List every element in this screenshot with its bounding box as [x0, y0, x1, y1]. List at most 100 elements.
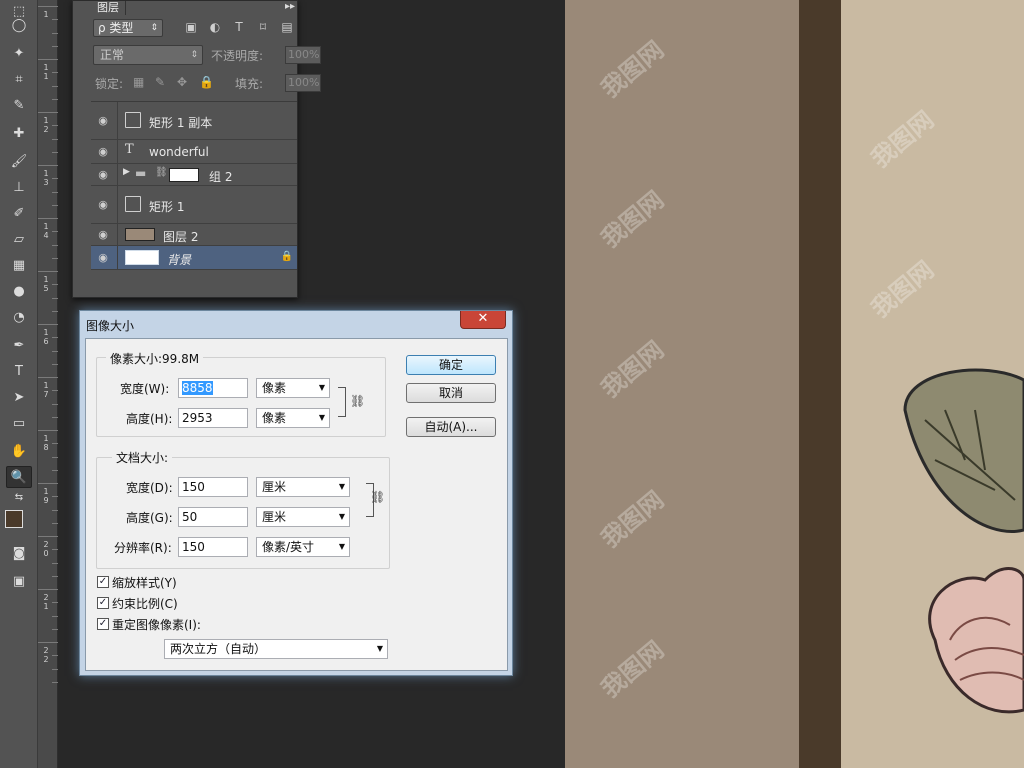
lasso-tool-icon[interactable]: ◯ — [6, 14, 32, 36]
layer-row[interactable]: ◉ T wonderful — [91, 140, 297, 164]
ruler-tick — [38, 6, 58, 7]
ruler-tick — [38, 430, 58, 431]
pixel-filter-icon[interactable]: ▣ — [183, 20, 199, 36]
collapse-panel-icon[interactable]: ▸▸ — [285, 1, 295, 12]
history-brush-tool-icon[interactable]: ✐ — [6, 202, 32, 224]
dropdown-arrow-icon: ▼ — [318, 383, 325, 392]
doc-height-input[interactable]: 50 — [178, 507, 248, 527]
link-chain-icon: ⛓ — [370, 490, 386, 504]
visibility-eye-icon[interactable]: ◉ — [95, 228, 111, 241]
layer-row[interactable]: ◉ 背景 🔒 — [91, 246, 297, 270]
ruler-label: 1 2 — [43, 116, 49, 134]
gradient-tool-icon[interactable]: ▦ — [6, 254, 32, 276]
clone-stamp-tool-icon[interactable]: ⊥ — [6, 176, 32, 198]
layer-row[interactable]: ◉ 图层 2 — [91, 224, 297, 246]
foreground-color-swatch[interactable] — [5, 510, 23, 528]
lock-all-icon[interactable]: 🔒 — [199, 75, 214, 89]
lock-transparency-icon[interactable]: ▦ — [133, 75, 144, 89]
resolution-unit-select[interactable]: 像素/英寸 ▼ — [256, 537, 350, 557]
ruler-label: 2 0 — [43, 540, 49, 558]
visibility-eye-icon[interactable]: ◉ — [95, 145, 111, 158]
smart-object-filter-icon[interactable]: ▤ — [279, 20, 295, 36]
swap-colors-icon[interactable]: ⇆ — [6, 490, 32, 504]
resample-method-select[interactable]: 两次立方（自动） ▼ — [164, 639, 388, 659]
ruler-label: 1 8 — [43, 434, 49, 452]
eyedropper-tool-icon[interactable]: ✎ — [6, 94, 32, 116]
ruler-minor-tick — [52, 85, 58, 87]
zoom-tool-icon[interactable]: 🔍 — [6, 466, 32, 488]
ruler-minor-tick — [52, 191, 58, 193]
type-tool-icon[interactable]: T — [6, 360, 32, 382]
filter-kind-select[interactable]: ρ 类型 ⇕ — [93, 19, 163, 37]
layer-row[interactable]: ◉ 矩形 1 副本 — [91, 102, 297, 140]
height-unit-label: 像素 — [262, 411, 287, 425]
text-layer-icon: T — [125, 142, 134, 157]
brush-tool-icon[interactable]: 🖌 — [6, 150, 32, 172]
constrain-proportions-checkbox[interactable]: ✓ — [97, 597, 109, 609]
pen-tool-icon[interactable]: ✒ — [6, 334, 32, 356]
quick-mask-icon[interactable]: ◙ — [6, 542, 32, 564]
ruler-label: 1 3 — [43, 169, 49, 187]
adjustment-filter-icon[interactable]: ◐ — [207, 20, 223, 36]
scale-styles-checkbox[interactable]: ✓ — [97, 576, 109, 588]
blur-tool-icon[interactable]: ● — [6, 280, 32, 302]
width-value: 8858 — [182, 381, 213, 395]
ruler-minor-tick — [52, 19, 58, 21]
doc-height-unit-select[interactable]: 厘米 ▼ — [256, 507, 350, 527]
magic-wand-tool-icon[interactable]: ✦ — [6, 42, 32, 64]
doc-width-input[interactable]: 150 — [178, 477, 248, 497]
visibility-eye-icon[interactable]: ◉ — [95, 198, 111, 211]
rectangle-tool-icon[interactable]: ▭ — [6, 412, 32, 434]
resolution-input[interactable]: 150 — [178, 537, 248, 557]
lock-position-icon[interactable]: ✥ — [177, 75, 187, 89]
expand-arrow-icon[interactable]: ▶ — [123, 167, 130, 177]
ruler-tick — [38, 377, 58, 378]
cancel-button[interactable]: 取消 — [406, 383, 496, 403]
layers-tab[interactable]: 图层 — [91, 1, 126, 15]
height-input[interactable]: 2953 — [178, 408, 248, 428]
visibility-eye-icon[interactable]: ◉ — [95, 251, 111, 264]
doc-height-label: 高度(G): — [126, 511, 173, 525]
ruler-minor-tick — [52, 668, 58, 670]
ruler-minor-tick — [52, 403, 58, 405]
path-selection-tool-icon[interactable]: ➤ — [6, 386, 32, 408]
layers-panel: 图层 ▸▸ ρ 类型 ⇕ ▣ ◐ T ⌑ ▤ 正常 ⇕ 不透明度: 100% 锁… — [72, 0, 321, 298]
ruler-minor-tick — [52, 45, 58, 47]
layer-row[interactable]: ◉ ▶ ▬ ⛓ 组 2 — [91, 164, 297, 186]
layer-name: wonderful — [149, 145, 209, 159]
fill-input[interactable]: 100% — [285, 74, 321, 92]
doc-size-legend: 文档大小: — [112, 449, 173, 466]
layer-row[interactable]: ◉ 矩形 1 — [91, 186, 297, 224]
ruler-tick — [38, 536, 58, 537]
blend-mode-select[interactable]: 正常 ⇕ — [93, 45, 203, 65]
height-unit-select[interactable]: 像素 ▼ — [256, 408, 330, 428]
opacity-input[interactable]: 100% — [285, 46, 321, 64]
ok-button[interactable]: 确定 — [406, 355, 496, 375]
lock-pixels-icon[interactable]: ✎ — [155, 75, 165, 89]
width-input[interactable]: 8858 — [178, 378, 248, 398]
width-unit-select[interactable]: 像素 ▼ — [256, 378, 330, 398]
ruler-minor-tick — [52, 178, 58, 180]
layer-name: 矩形 1 副本 — [149, 116, 213, 130]
close-button[interactable]: ✕ — [460, 311, 506, 329]
type-filter-icon[interactable]: T — [231, 20, 247, 36]
eraser-tool-icon[interactable]: ▱ — [6, 228, 32, 250]
resample-checkbox[interactable]: ✓ — [97, 618, 109, 630]
shape-filter-icon[interactable]: ⌑ — [255, 20, 271, 36]
crop-tool-icon[interactable]: ⌗ — [6, 68, 32, 90]
visibility-eye-icon[interactable]: ◉ — [95, 114, 111, 127]
ruler-minor-tick — [52, 350, 58, 352]
dodge-tool-icon[interactable]: ◔ — [6, 306, 32, 328]
screen-mode-icon[interactable]: ▣ — [6, 570, 32, 592]
ruler-minor-tick — [52, 443, 58, 445]
hand-tool-icon[interactable]: ✋ — [6, 440, 32, 462]
doc-width-unit-select[interactable]: 厘米 ▼ — [256, 477, 350, 497]
healing-brush-tool-icon[interactable]: ✚ — [6, 122, 32, 144]
visibility-eye-icon[interactable]: ◉ — [95, 168, 111, 181]
ruler-minor-tick — [52, 98, 58, 100]
document-canvas[interactable]: 我图网 我图网 我图网 我图网 我图网 我图网 我图网 — [565, 0, 1024, 768]
resample-label: 重定图像像素(I): — [112, 618, 201, 632]
ruler-minor-tick — [52, 681, 58, 683]
auto-button[interactable]: 自动(A)... — [406, 417, 496, 437]
ruler-minor-tick — [52, 297, 58, 299]
